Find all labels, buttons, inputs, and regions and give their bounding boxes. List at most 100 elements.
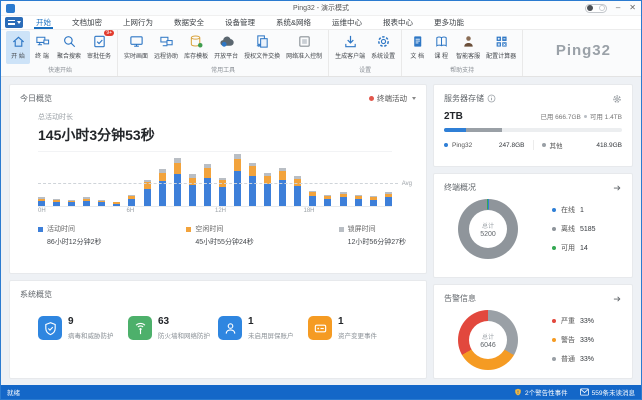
ribbon-item-terminal[interactable]: 终 端 [30,31,54,64]
main-content: 今日概览 终端活动 总活动时长 145小时3分钟53秒 Avg [1,78,641,385]
ribbon-item-inventory-template[interactable]: 库存模板 [181,31,211,64]
app-window: Ping32 - 演示模式 – ✕ 开始 文档加密 上网行为 数据安全 设备管理… [0,0,642,400]
screen-icon [129,33,144,50]
brand-logo: Ping32 [556,42,611,59]
status-bar: 就绪 2个警告性事件 559条未读消息 [1,385,641,399]
ribbon-group-label: 常用工具 [121,64,325,76]
theme-toggle[interactable] [585,4,607,13]
ribbon-group-label: 快速开始 [6,64,114,76]
stat-no-screensaver-accounts[interactable]: 1未启用屏保账户 [218,316,308,340]
chart-avg-label: Avg [402,181,412,187]
chart-bar [385,192,392,206]
ribbon-group-quickstart: 开 始 终 端 聚合搜索 审批任务 9+ 快速开始 [3,30,118,76]
tab-report-center[interactable]: 报表中心 [381,16,415,29]
stat-asset-changes[interactable]: 1资产变更事件 [308,316,398,340]
legend-online: 在线1 [552,205,596,215]
ribbon-item-home[interactable]: 开 始 [6,31,30,64]
ribbon-item-generate-client[interactable]: 生成客户端 [332,31,368,64]
home-icon [11,33,26,50]
activity-chart: Avg 0H6H12H18H [38,151,392,216]
alerts-detail-link[interactable] [612,294,622,304]
ribbon-item-remote-assist[interactable]: 远程协助 [151,31,181,64]
activity-filter-dropdown[interactable]: 终端活动 [369,93,416,104]
x-tick-label: 0H [38,208,46,214]
hamburger-icon [8,20,15,25]
x-tick-label: 18H [304,208,315,214]
ribbon-item-system-settings[interactable]: 系统设置 [368,31,398,64]
stat-firewall-protection[interactable]: 63防火墙和网络防护 [128,316,218,340]
system-overview-card: 系统概览 9病毒和威胁防护 63防火墙和网络防护 1未启用屏保账户 [9,280,427,379]
minimize-button[interactable]: – [616,4,620,12]
ribbon-item-docs[interactable]: 文 档 [405,31,429,64]
checklist-icon [92,33,107,50]
tab-web-behavior[interactable]: 上网行为 [121,16,155,29]
legend-dot [444,143,448,147]
legend-idle-time: 空闲时间 45小时55分钟24秒 [186,224,253,247]
gear-icon[interactable] [612,94,622,104]
database-icon [189,33,204,50]
chart-bar [324,195,331,206]
network-access-icon [297,33,312,50]
chart-bar [113,202,120,206]
chart-bar [204,164,211,206]
legend-dot [552,227,556,231]
card-title: 系统概览 [20,289,416,300]
tab-device-mgmt[interactable]: 设备管理 [223,16,257,29]
chevron-down-icon [412,97,416,100]
chart-bar [144,180,151,206]
info-icon[interactable] [487,94,496,103]
envelope-icon [580,388,589,396]
storage-legend-ping32: Ping32 247.8GB [444,142,525,149]
moon-icon [587,5,593,11]
ribbon-item-open-platform[interactable]: 开放平台 [211,31,241,64]
status-warning-events[interactable]: 2个警告性事件 [514,387,568,397]
file-exchange-icon [255,33,270,50]
ribbon-item-courses[interactable]: 课 程 [429,31,453,64]
legend-dot [552,319,556,323]
tab-doc-encryption[interactable]: 文档加密 [70,16,104,29]
storage-free: 可用 1.4TB [590,111,622,121]
ribbon-group-label: 设置 [332,64,398,76]
stat-virus-protection[interactable]: 9病毒和威胁防护 [38,316,128,340]
approval-badge: 9+ [104,30,114,36]
arrow-right-icon [612,294,622,304]
chart-bar [340,192,347,206]
file-menu-button[interactable] [5,17,23,28]
dot-icon [584,115,587,118]
tab-ops-center[interactable]: 运维中心 [330,16,364,29]
close-button[interactable]: ✕ [629,4,636,12]
legend-offline: 离线5185 [552,224,596,234]
terminal-icon [35,33,50,50]
ribbon-item-approval-tasks[interactable]: 审批任务 9+ [84,31,114,64]
signal-icon [128,316,152,340]
legend-dot [552,246,556,250]
chart-bar [370,196,377,206]
tab-data-security[interactable]: 数据安全 [172,16,206,29]
legend-marker [339,227,344,232]
window-title: Ping32 - 演示模式 [1,3,641,13]
terminal-detail-link[interactable] [612,183,622,193]
legend-warning: 警告33% [552,335,594,345]
ribbon-group-label: 帮助支持 [405,64,519,76]
tab-system-network[interactable]: 系统&网络 [274,16,313,29]
x-tick-label: 12H [215,208,226,214]
status-unread-messages[interactable]: 559条未读消息 [580,387,635,397]
ribbon-item-live-screen[interactable]: 实时画面 [121,31,151,64]
chevron-down-icon [17,21,21,24]
ribbon-item-file-exchange[interactable]: 授权文件交换 [241,31,283,64]
terminal-donut-chart: 总计 5200 [458,199,518,259]
tab-home[interactable]: 开始 [34,16,53,29]
ribbon-item-search[interactable]: 聚合搜索 [54,31,84,64]
storage-total: 2TB [444,111,463,122]
chart-bar [294,176,301,206]
card-title: 终端概况 [444,182,476,193]
ribbon-group-tools: 实时画面 远程协助 库存模板 开放平台 授权文件交换 [118,30,329,76]
tab-more-features[interactable]: 更多功能 [432,16,466,29]
legend-normal: 普通33% [552,354,594,364]
ribbon-item-nac[interactable]: 网络准入控制 [283,31,325,64]
chart-bar [38,197,45,206]
search-icon [62,33,77,50]
menubar: 开始 文档加密 上网行为 数据安全 设备管理 系统&网络 运维中心 报表中心 更… [1,16,641,30]
ribbon-item-config-calculator[interactable]: 配置计算器 [483,31,519,64]
ribbon-item-support[interactable]: 智能客服 [453,31,483,64]
